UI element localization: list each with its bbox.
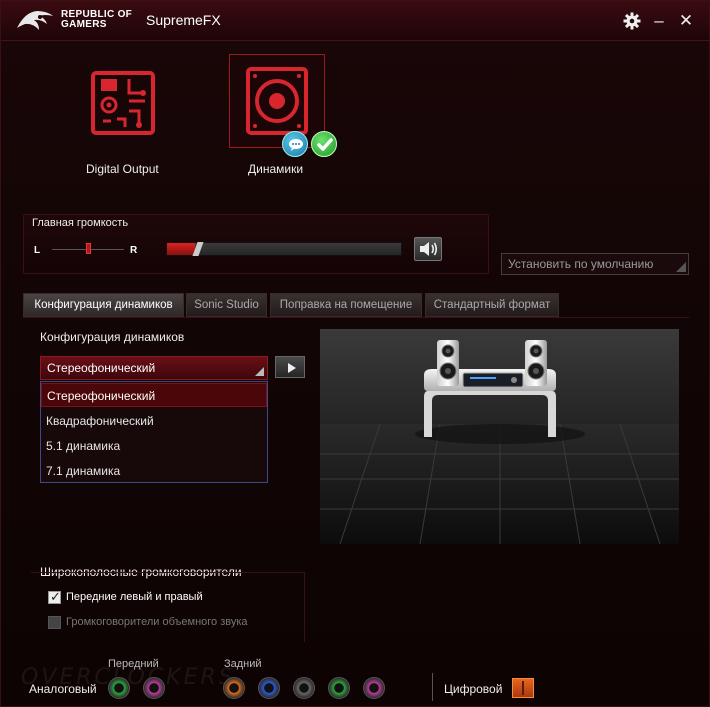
gear-icon (623, 12, 641, 30)
settings-button[interactable] (622, 11, 642, 31)
rear-jack-blue[interactable] (258, 677, 280, 699)
rog-logo-icon (17, 11, 53, 30)
surround-label: Громкоговорители объемного звука (66, 616, 248, 628)
option-7-1[interactable]: 7.1 динамика (41, 459, 267, 483)
master-volume-panel: Главная громкость L R (23, 214, 489, 274)
tab-speaker-config[interactable]: Конфигурация динамиков (23, 293, 184, 317)
speaker-volume-icon (420, 242, 438, 256)
default-device-check-icon (311, 131, 337, 157)
front-lr-label: Передние левый и правый (66, 591, 203, 603)
front-jack-pink[interactable] (143, 677, 165, 699)
corner-arrow-icon (676, 262, 686, 272)
mute-button[interactable] (414, 237, 442, 261)
speaker-config-options: Стереофонический Квадрафонический 5.1 ди… (40, 381, 268, 483)
dropdown-arrow-icon (255, 367, 264, 376)
tab-default-format[interactable]: Стандартный формат (425, 293, 559, 317)
balance-slider-thumb[interactable] (86, 243, 91, 254)
app-window: REPUBLIC OF GAMERS SupremeFX – ✕ Digital… (0, 0, 710, 707)
device-label-digital-output: Digital Output (86, 162, 159, 176)
option-5-1[interactable]: 5.1 динамика (41, 434, 267, 458)
digital-label: Цифровой (444, 682, 503, 696)
rear-jack-pink[interactable] (363, 677, 385, 699)
set-default-button[interactable]: Установить по умолчанию (501, 253, 689, 275)
full-range-group (31, 572, 305, 642)
chat-badge-icon (282, 131, 308, 157)
front-lr-checkbox[interactable]: ✓ (48, 589, 61, 604)
digital-output-button[interactable] (512, 678, 534, 698)
speaker-scene-image (320, 340, 679, 544)
app-title: SupremeFX (146, 12, 221, 28)
tab-sonic-studio[interactable]: Sonic Studio (186, 293, 267, 317)
brand-line-2: GAMERS (61, 19, 107, 30)
front-panel-label: Передний (108, 658, 159, 670)
speaker-icon (246, 67, 308, 135)
master-volume-slider[interactable] (166, 242, 402, 256)
speaker-preview (320, 329, 679, 544)
balance-right-label: R (130, 245, 138, 256)
tab-content-divider (23, 317, 689, 318)
test-play-button[interactable] (275, 356, 305, 378)
speaker-config-label: Конфигурация динамиков (40, 330, 185, 344)
rear-jack-orange[interactable] (223, 677, 245, 699)
close-button[interactable]: ✕ (676, 11, 696, 31)
front-jack-green[interactable] (108, 677, 130, 699)
brand-name: REPUBLIC OF GAMERS (61, 10, 132, 30)
option-stereo[interactable]: Стереофонический (41, 383, 267, 407)
device-digital-output[interactable] (81, 61, 165, 145)
rear-jack-green[interactable] (328, 677, 350, 699)
circuit-board-icon (91, 71, 155, 135)
device-label-speakers: Динамики (248, 162, 304, 176)
speaker-config-selected: Стереофонический (47, 361, 156, 375)
tab-room-correction[interactable]: Поправка на помещение (270, 293, 422, 317)
rear-jack-gray[interactable] (293, 677, 315, 699)
analog-label: Аналоговый (29, 682, 97, 696)
device-speakers[interactable] (229, 54, 325, 148)
option-quadraphonic[interactable]: Квадрафонический (41, 409, 267, 433)
speaker-config-select[interactable]: Стереофонический (40, 356, 268, 380)
balance-left-label: L (34, 245, 41, 256)
minimize-button[interactable]: – (649, 11, 669, 31)
jack-divider (432, 673, 433, 701)
rear-panel-label: Задний (224, 658, 262, 670)
master-volume-title: Главная громкость (32, 217, 129, 229)
title-bar[interactable]: REPUBLIC OF GAMERS SupremeFX – ✕ (1, 1, 709, 41)
surround-checkbox[interactable] (48, 616, 61, 629)
set-default-label: Установить по умолчанию (508, 257, 654, 271)
master-volume-fill (167, 243, 196, 255)
checkmark-icon: ✓ (50, 589, 61, 604)
